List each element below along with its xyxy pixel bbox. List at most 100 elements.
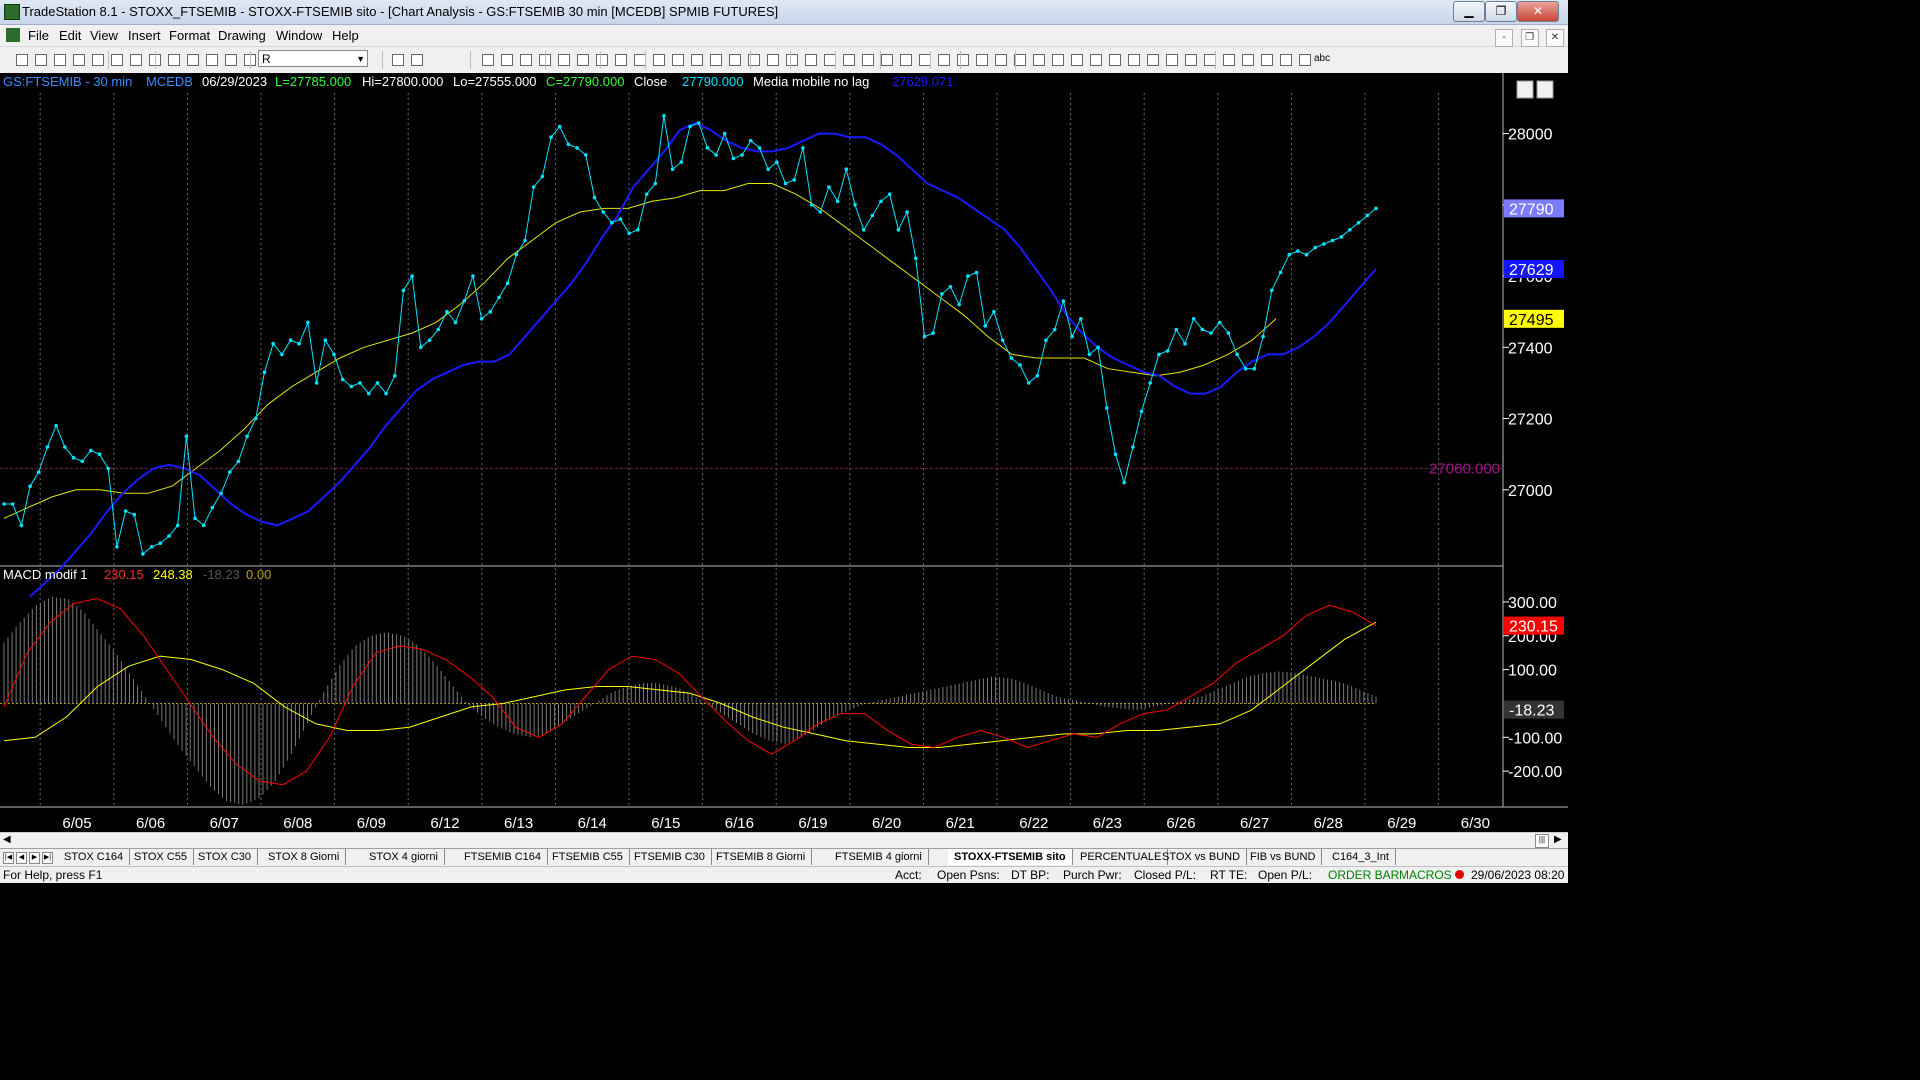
workspace-tab[interactable]: STOX 8 Giorni [262, 849, 347, 865]
toolbar-tool-icon[interactable] [1242, 54, 1254, 66]
workspace-tab[interactable]: STOX 4 giorni [363, 849, 445, 865]
menu-file[interactable]: File [28, 28, 49, 43]
workspace-tab[interactable]: STOX C30 [192, 849, 258, 865]
toolbar-tool-icon[interactable] [843, 54, 855, 66]
toolbar-tool-icon[interactable] [54, 54, 66, 66]
toolbar-tool-icon[interactable] [596, 54, 608, 66]
toolbar-tool-icon[interactable] [482, 54, 494, 66]
document-icon[interactable] [6, 28, 20, 42]
toolbar-tool-icon[interactable] [653, 54, 665, 66]
menu-help[interactable]: Help [332, 28, 359, 43]
workspace-tab[interactable]: PERCENTUALE [1074, 849, 1169, 865]
restore-button[interactable]: ❐ [1485, 1, 1517, 22]
toolbar-tool-icon[interactable] [1052, 54, 1064, 66]
toolbar-tool-icon[interactable] [1109, 54, 1121, 66]
macros-button[interactable]: MACROS [1399, 868, 1452, 882]
toolbar-tool-icon[interactable] [805, 54, 817, 66]
toolbar-tool-icon[interactable] [35, 54, 47, 66]
workspace-tab[interactable]: FTSEMIB 8 Giorni [710, 849, 813, 865]
minimize-button[interactable]: ▁ [1453, 1, 1485, 22]
menu-edit[interactable]: Edit [59, 28, 81, 43]
toolbar-tool-icon[interactable] [1128, 54, 1140, 66]
toolbar-tool-icon[interactable] [92, 54, 104, 66]
menu-format[interactable]: Format [169, 28, 210, 43]
scroll-right-icon[interactable]: ▶ [1554, 834, 1562, 845]
workspace-tab[interactable]: FTSEMIB C164 [458, 849, 549, 865]
toolbar-tool-icon[interactable] [1071, 54, 1083, 66]
toolbar-tool-icon[interactable] [1090, 54, 1102, 66]
mdi-minimize-button[interactable]: - [1495, 29, 1514, 47]
workspace-tab[interactable]: FTSEMIB 4 giorni [829, 849, 929, 865]
toolbar-tool-icon[interactable] [1261, 54, 1273, 66]
menu-window[interactable]: Window [276, 28, 322, 43]
toolbar-tool-icon[interactable] [881, 54, 893, 66]
toolbar-tool-icon[interactable] [577, 54, 589, 66]
menu-view[interactable]: View [90, 28, 118, 43]
toolbar-tool-icon[interactable] [1280, 54, 1292, 66]
toolbar-tool-icon[interactable] [130, 54, 142, 66]
order-bar-button[interactable]: ORDER BAR [1328, 868, 1399, 882]
toolbar-tool-icon[interactable] [206, 54, 218, 66]
workspace-tab[interactable]: STOX C164 [58, 849, 131, 865]
toolbar-tool-icon[interactable] [938, 54, 950, 66]
price-point [931, 331, 935, 335]
tab-prev-icon[interactable]: ◀ [16, 852, 27, 864]
toolbar-tool-icon[interactable] [767, 54, 779, 66]
toolbar-tool-icon[interactable] [1147, 54, 1159, 66]
workspace-tab[interactable]: FIB vs BUND [1244, 849, 1323, 865]
toolbar-tool-icon[interactable] [862, 54, 874, 66]
workspace-tab[interactable]: FTSEMIB C30 [628, 849, 712, 865]
toolbar-tool-icon[interactable] [672, 54, 684, 66]
chevron-down-icon[interactable]: ▼ [356, 51, 365, 68]
toolbar-tool-icon[interactable] [111, 54, 123, 66]
workspace-tab[interactable]: C164_3_Int [1326, 849, 1396, 865]
toolbar-tool-icon[interactable] [786, 54, 798, 66]
toolbar-tool-icon[interactable] [501, 54, 513, 66]
tab-last-icon[interactable]: ▶| [42, 852, 53, 864]
workspace-tab[interactable]: FTSEMIB C55 [546, 849, 630, 865]
menu-insert[interactable]: Insert [128, 28, 161, 43]
toolbar-tool-icon[interactable] [1185, 54, 1197, 66]
workspace-tab[interactable]: STOX C55 [128, 849, 194, 865]
price-point [662, 114, 666, 118]
text-tool-button[interactable]: abc [1314, 53, 1330, 64]
toolbar-tool-icon[interactable] [900, 54, 912, 66]
chart-window[interactable]: GS:FTSEMIB - 30 min MCEDB 06/29/2023 L=2… [0, 73, 1568, 832]
tab-first-icon[interactable]: |◀ [3, 852, 14, 864]
toolbar-tool-icon[interactable] [73, 54, 85, 66]
price-point [688, 124, 692, 129]
toolbar-tool-icon[interactable] [16, 54, 28, 66]
toolbar-tool-icon[interactable] [976, 54, 988, 66]
toolbar-tool-icon[interactable] [168, 54, 180, 66]
chart-minimize-button[interactable] [1516, 80, 1534, 99]
toolbar-tool-icon[interactable] [710, 54, 722, 66]
workspace-tab[interactable]: STOX vs BUND [1156, 849, 1248, 865]
tab-next-icon[interactable]: ▶ [29, 852, 40, 864]
workspace-tab[interactable]: STOXX-FTSEMIB sito [948, 849, 1073, 865]
toolbar-tool-icon[interactable] [1033, 54, 1045, 66]
toolbar-tool-icon[interactable] [392, 54, 404, 66]
close-button[interactable]: ✕ [1517, 1, 1559, 22]
toolbar-tool-icon[interactable] [187, 54, 199, 66]
toolbar-tool-icon[interactable] [995, 54, 1007, 66]
toolbar-tool-icon[interactable] [225, 54, 237, 66]
mdi-restore-button[interactable]: ❐ [1520, 29, 1539, 47]
scroll-left-icon[interactable]: ◀ [3, 834, 11, 845]
toolbar-tool-icon[interactable] [1299, 54, 1311, 66]
toolbar-tool-icon[interactable] [411, 54, 423, 66]
toolbar-tool-icon[interactable] [957, 54, 969, 66]
toolbar-tool-icon[interactable] [1166, 54, 1178, 66]
chart-svg[interactable]: GS:FTSEMIB - 30 min MCEDB 06/29/2023 L=2… [0, 73, 1568, 832]
chart-restore-button[interactable] [1536, 80, 1554, 99]
mdi-close-button[interactable]: ✕ [1546, 29, 1564, 47]
toolbar-tool-icon[interactable] [729, 54, 741, 66]
toolbar-tool-icon[interactable] [558, 54, 570, 66]
toolbar-tool-icon[interactable] [520, 54, 532, 66]
toolbar-tool-icon[interactable] [615, 54, 627, 66]
horizontal-scrollbar[interactable]: ◀ ||| ▶ [0, 832, 1568, 849]
scroll-thumb[interactable]: ||| [1535, 834, 1549, 848]
toolbar-tool-icon[interactable] [691, 54, 703, 66]
symbol-combobox[interactable]: R ▼ [258, 50, 368, 67]
menu-drawing[interactable]: Drawing [218, 28, 266, 43]
toolbar-tool-icon[interactable] [1223, 54, 1235, 66]
